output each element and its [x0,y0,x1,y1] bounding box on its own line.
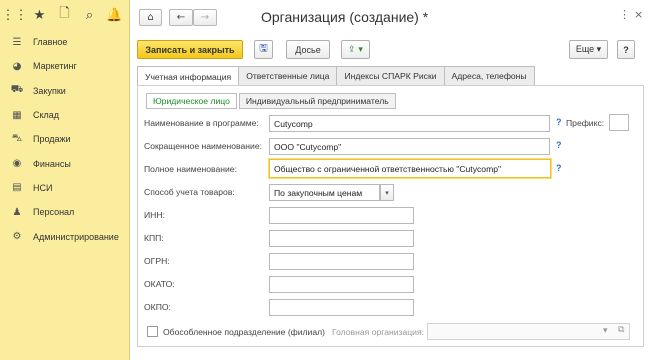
sidebar-item-nsi[interactable]: ▤ НСИ [0,176,129,200]
inn-field[interactable] [269,207,414,224]
sidebar-item-label: Главное [33,37,68,48]
sidebar-item-label: НСИ [33,182,53,193]
subtab-legal-entity[interactable]: Юридическое лицо [146,93,237,109]
cart-icon: ⛍ [11,132,23,144]
sidebar-item-staff[interactable]: ♟ Персонал [0,200,129,224]
tab-spark-risks[interactable]: Индексы СПАРК Риски [336,66,445,85]
short-name-field[interactable]: ООО "Cutycomp" [269,138,550,155]
history-icon[interactable]: 🗋 [54,5,75,25]
star-icon[interactable]: ★ [29,5,50,25]
tab-panel: Юридическое лицо Индивидуальный предприн… [137,85,644,347]
sidebar: ⋮⋮ ★ 🗋 ⌕ 🔔 ☰ Главное ◕ Маркетинг ⛟ Закупки … [0,0,130,360]
sidebar-item-marketing[interactable]: ◕ Маркетинг [0,54,129,78]
name-label: Наименование в программе: [144,118,259,128]
sidebar-item-admin[interactable]: ⚙ Администрирование [0,224,129,248]
kpp-label: КПП: [144,233,164,243]
sidebar-item-sales[interactable]: ⛍ Продажи [0,127,129,151]
tab-bar: Учетная информация Ответственные лица Ин… [137,66,535,86]
help-icon[interactable]: ? [556,163,562,173]
back-button[interactable]: ← [169,9,193,26]
forward-button[interactable]: → [193,9,217,26]
home-button[interactable]: ⌂ [139,9,162,26]
book-icon: ▤ [12,182,22,194]
form-window: ⌂ ← → Организация (создание) * ⋮ × Запис… [131,0,650,360]
sidebar-item-purchases[interactable]: ⛟ Закупки [0,79,129,103]
sidebar-item-label: Персонал [33,207,75,218]
save-icon: 🖫 [259,43,268,54]
chevron-down-icon[interactable]: ▾ [380,184,394,201]
accounting-method-select[interactable]: По закупочным ценам [269,184,380,201]
name-field[interactable]: Cutycomp [269,115,550,132]
home-icon: ⌂ [147,12,154,23]
sidebar-item-warehouse[interactable]: ▦ Склад [0,103,129,127]
menu-lines-icon: ☰ [12,36,22,48]
help-button[interactable]: ? [617,40,635,59]
help-icon[interactable]: ? [556,140,562,150]
okpo-field[interactable] [269,299,414,316]
export-icon: ⇪ ▾ [348,44,363,55]
prefix-label: Префикс: [566,118,605,128]
full-name-field[interactable]: Общество с ограниченной ответственностью… [269,159,551,178]
sidebar-item-main[interactable]: ☰ Главное [0,30,129,54]
kpp-field[interactable] [269,230,414,247]
branch-label: Обособленное подразделение (филиал) [163,327,326,337]
close-icon[interactable]: × [634,8,643,21]
subtab-individual-entrepreneur[interactable]: Индивидуальный предприниматель [238,93,396,109]
bell-icon[interactable]: 🔔 [104,5,125,25]
branch-checkbox[interactable] [147,326,158,337]
person-icon: ♟ [12,206,22,218]
sidebar-top-icons: ⋮⋮ ★ 🗋 ⌕ 🔔 [0,0,129,30]
open-link-icon: ⧉ [618,325,625,335]
tab-accounting-info[interactable]: Учетная информация [137,66,240,86]
okpo-label: ОКПО: [144,302,171,312]
sidebar-item-label: Финансы [33,158,71,169]
ogrn-field[interactable] [269,253,414,270]
chevron-down-icon: ▾ [603,326,608,336]
full-name-label: Полное наименование: [144,164,237,174]
more-vert-icon[interactable]: ⋮ [619,8,630,21]
prefix-field[interactable] [609,114,629,131]
sidebar-item-label: Продажи [33,134,71,145]
gear-icon: ⚙ [12,231,22,243]
pie-chart-icon: ◕ [12,60,22,72]
apps-grid-icon[interactable]: ⋮⋮ [2,5,28,25]
export-button[interactable]: ⇪ ▾ [341,40,370,59]
tab-addresses-phones[interactable]: Адреса, телефоны [443,66,535,85]
coin-icon: ◉ [12,158,22,170]
toolbar: Записать и закрыть 🖫 Досье ⇪ ▾ Еще ▾ ? [131,40,650,60]
inn-label: ИНН: [144,210,165,220]
tab-responsible-persons[interactable]: Ответственные лица [238,66,338,85]
help-icon[interactable]: ? [556,117,562,127]
sidebar-menu: ☰ Главное ◕ Маркетинг ⛟ Закупки ▦ Склад ⛍ Про… [0,30,129,249]
forward-arrow-icon: → [200,12,210,23]
entity-type-switch: Юридическое лицо Индивидуальный предприн… [146,93,398,109]
okato-field[interactable] [269,276,414,293]
warehouse-icon: ▦ [12,109,22,121]
sidebar-item-finance[interactable]: ◉ Финансы [0,151,129,175]
head-org-label: Головная организация: [332,327,425,337]
accounting-method-label: Способ учета товаров: [144,187,235,197]
okato-label: ОКАТО: [144,279,175,289]
sidebar-item-label: Маркетинг [33,61,77,72]
back-arrow-icon: ← [176,12,186,23]
title-bar: ⌂ ← → Организация (создание) * ⋮ × [131,0,650,36]
ogrn-label: ОГРН: [144,256,170,266]
page-title: Организация (создание) * [261,9,429,25]
sidebar-item-label: Склад [33,110,60,121]
truck-icon: ⛟ [10,84,24,96]
dossier-button[interactable]: Досье [286,40,330,59]
sidebar-item-label: Администрирование [33,231,119,242]
search-icon[interactable]: ⌕ [79,5,100,25]
more-button[interactable]: Еще ▾ [569,40,608,59]
save-and-close-button[interactable]: Записать и закрыть [137,40,243,59]
head-org-field [427,323,630,340]
short-name-label: Сокращенное наименование: [144,141,262,151]
save-button[interactable]: 🖫 [254,40,273,59]
sidebar-item-label: Закупки [33,85,66,96]
